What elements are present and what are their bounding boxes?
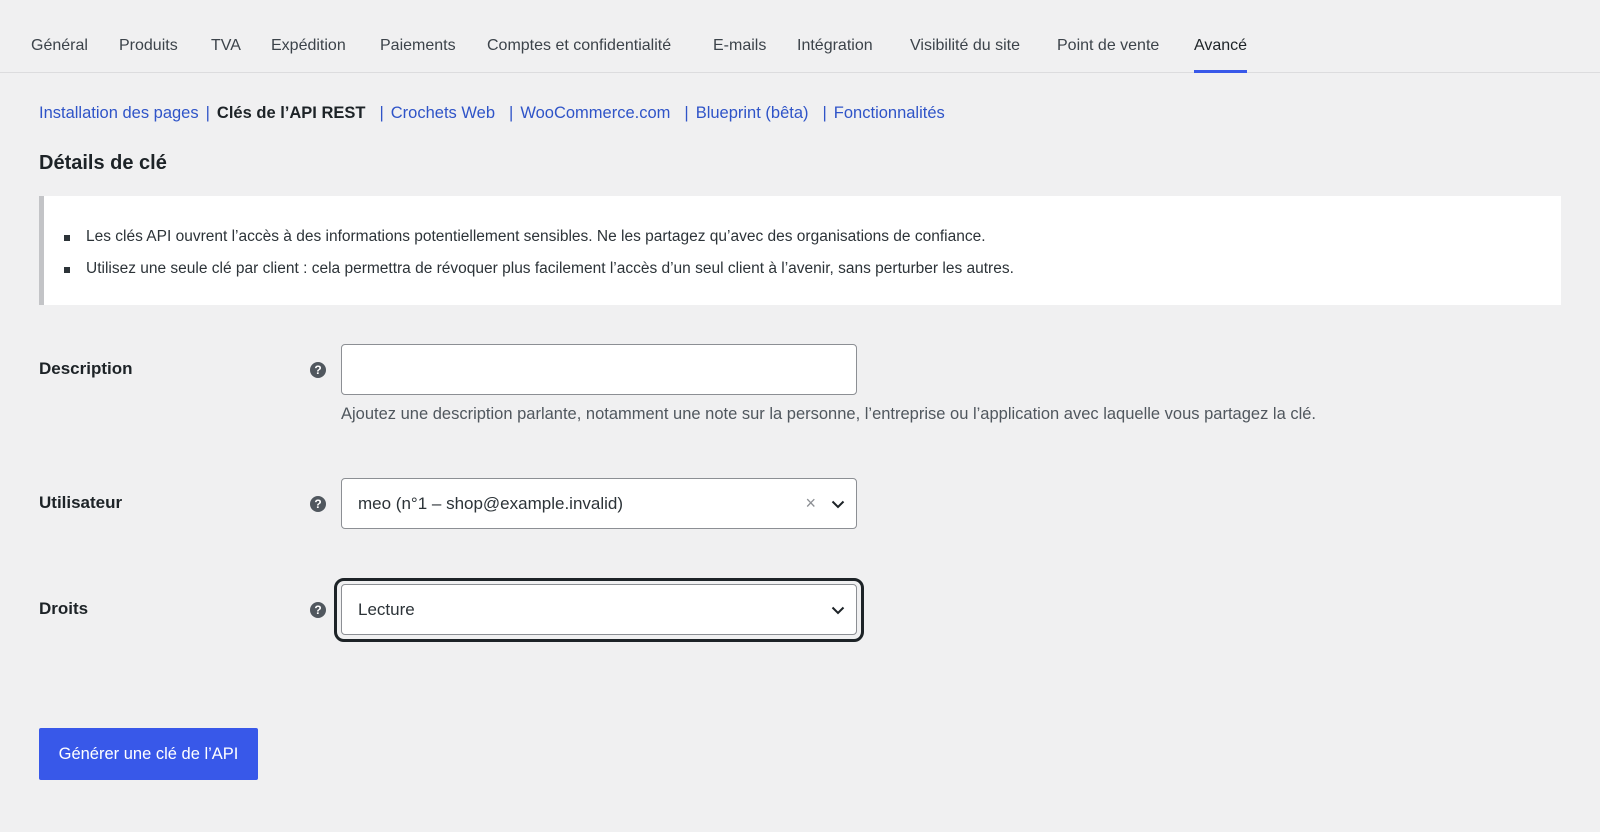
permissions-help-icon[interactable]: ? <box>310 602 326 618</box>
tab-payments[interactable]: Paiements <box>380 36 456 56</box>
permissions-selected-value: Lecture <box>358 600 415 619</box>
permissions-label: Droits <box>39 599 89 618</box>
tab-products[interactable]: Produits <box>119 36 178 56</box>
bullet-icon <box>64 267 70 273</box>
subnav-features[interactable]: Fonctionnalités <box>834 104 945 122</box>
description-help-icon[interactable]: ? <box>310 362 326 378</box>
tab-advanced[interactable]: Avancé <box>1194 36 1247 56</box>
notice-item: Utilisez une seule clé par client : cela… <box>64 258 1014 280</box>
notice-item-text: Utilisez une seule clé par client : cela… <box>86 260 1014 277</box>
info-notice: Les clés API ouvrent l’accès à des infor… <box>39 196 1561 305</box>
tab-emails[interactable]: E-mails <box>713 36 766 56</box>
generate-api-key-button[interactable]: Générer une clé de l’API <box>39 728 258 780</box>
subnav-webhooks[interactable]: Crochets Web <box>391 104 495 122</box>
tab-shipping[interactable]: Expédition <box>271 36 346 56</box>
subnav-woocommerce-com[interactable]: WooCommerce.com <box>520 104 670 122</box>
user-select[interactable]: meo (n°1 – shop@example.invalid) × <box>341 478 857 529</box>
subnav-blueprint[interactable]: Blueprint (bêta) <box>696 104 809 122</box>
notice-item: Les clés API ouvrent l’accès à des infor… <box>64 226 986 248</box>
subnav-page-setup[interactable]: Installation des pages <box>39 104 199 122</box>
permissions-select[interactable]: Lecture <box>341 584 857 635</box>
user-selected-value: meo (n°1 – shop@example.invalid) <box>358 494 624 513</box>
subnav-separator: | <box>684 104 689 122</box>
tab-point-of-sale[interactable]: Point de vente <box>1057 36 1159 56</box>
user-help-icon[interactable]: ? <box>310 496 326 512</box>
settings-tabs: Général Produits TVA Expédition Paiement… <box>0 0 1600 73</box>
user-label: Utilisateur <box>39 493 123 512</box>
description-label: Description <box>39 359 133 378</box>
tab-general[interactable]: Général <box>31 36 88 56</box>
subnav-separator: | <box>509 104 514 122</box>
chevron-down-icon <box>831 500 845 509</box>
tab-tax[interactable]: TVA <box>211 36 241 56</box>
bullet-icon <box>64 235 70 241</box>
clear-icon[interactable]: × <box>805 492 816 514</box>
subnav-separator: | <box>822 104 827 122</box>
tab-accounts-privacy[interactable]: Comptes et confidentialité <box>487 36 671 56</box>
description-help-text: Ajoutez une description parlante, notamm… <box>341 405 1317 423</box>
subnav-separator: | <box>379 104 384 122</box>
description-input[interactable] <box>341 344 857 395</box>
active-tab-indicator <box>1194 70 1247 73</box>
tab-integration[interactable]: Intégration <box>797 36 873 56</box>
section-title: Détails de clé <box>39 152 167 174</box>
notice-item-text: Les clés API ouvrent l’accès à des infor… <box>86 228 986 245</box>
advanced-subnav: Installation des pages | Clés de l’API RES… <box>39 101 945 125</box>
subnav-separator: | <box>205 104 210 122</box>
chevron-down-icon <box>831 606 845 615</box>
tab-site-visibility[interactable]: Visibilité du site <box>910 36 1020 56</box>
subnav-rest-api-keys: Clés de l’API REST <box>216 104 366 122</box>
